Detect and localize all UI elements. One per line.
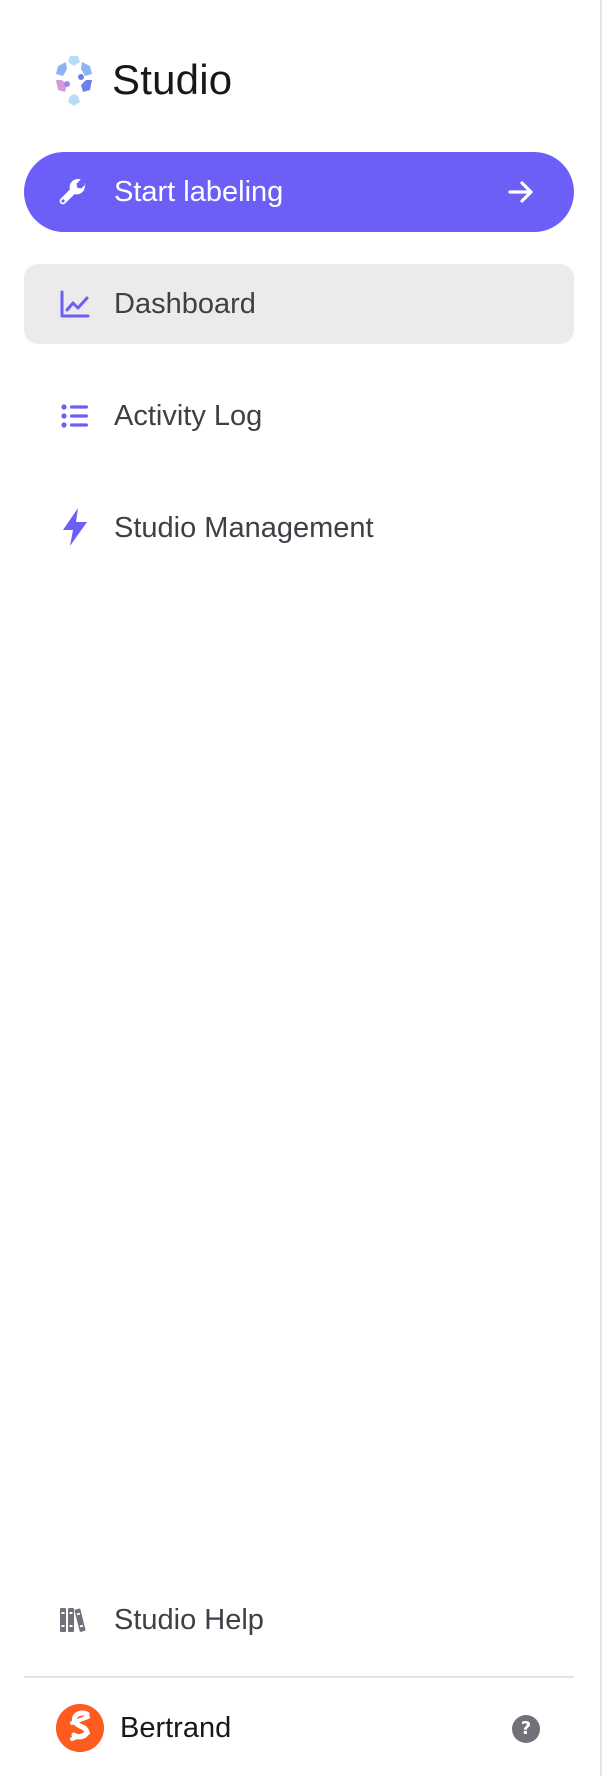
wrench-icon — [59, 179, 86, 205]
list-icon — [61, 404, 88, 428]
app-title: Studio — [112, 56, 233, 103]
sidebar-item-activity-log[interactable]: Activity Log — [24, 376, 574, 456]
books-icon — [60, 1608, 86, 1632]
arrow-right-icon — [508, 181, 533, 203]
avatar[interactable] — [56, 1704, 104, 1752]
user-avatar-icon — [56, 1704, 104, 1752]
sidebar-item-label: Dashboard — [114, 288, 256, 320]
lightning-icon — [63, 508, 87, 546]
start-labeling-label: Start labeling — [114, 176, 284, 208]
studio-help-link[interactable]: Studio Help — [24, 1580, 574, 1660]
sidebar-item-label: Activity Log — [114, 400, 263, 432]
user-row: Bertrand ? — [24, 1698, 574, 1758]
sidebar-item-dashboard[interactable]: Dashboard — [24, 264, 574, 344]
sidebar-item-label: Studio Management — [114, 512, 374, 544]
brand[interactable]: Studio — [50, 52, 232, 108]
studio-help-label: Studio Help — [114, 1604, 264, 1636]
studio-logo-icon — [56, 56, 92, 106]
start-labeling-button[interactable]: Start labeling — [24, 152, 574, 232]
question-icon[interactable]: ? — [512, 1715, 540, 1743]
line-chart-icon — [60, 290, 90, 318]
sidebar: Studio Start labeling Dashboard Activity — [0, 0, 602, 1776]
footer-divider — [24, 1676, 574, 1678]
user-name[interactable]: Bertrand — [120, 1698, 231, 1758]
sidebar-item-studio-management[interactable]: Studio Management — [24, 488, 574, 568]
